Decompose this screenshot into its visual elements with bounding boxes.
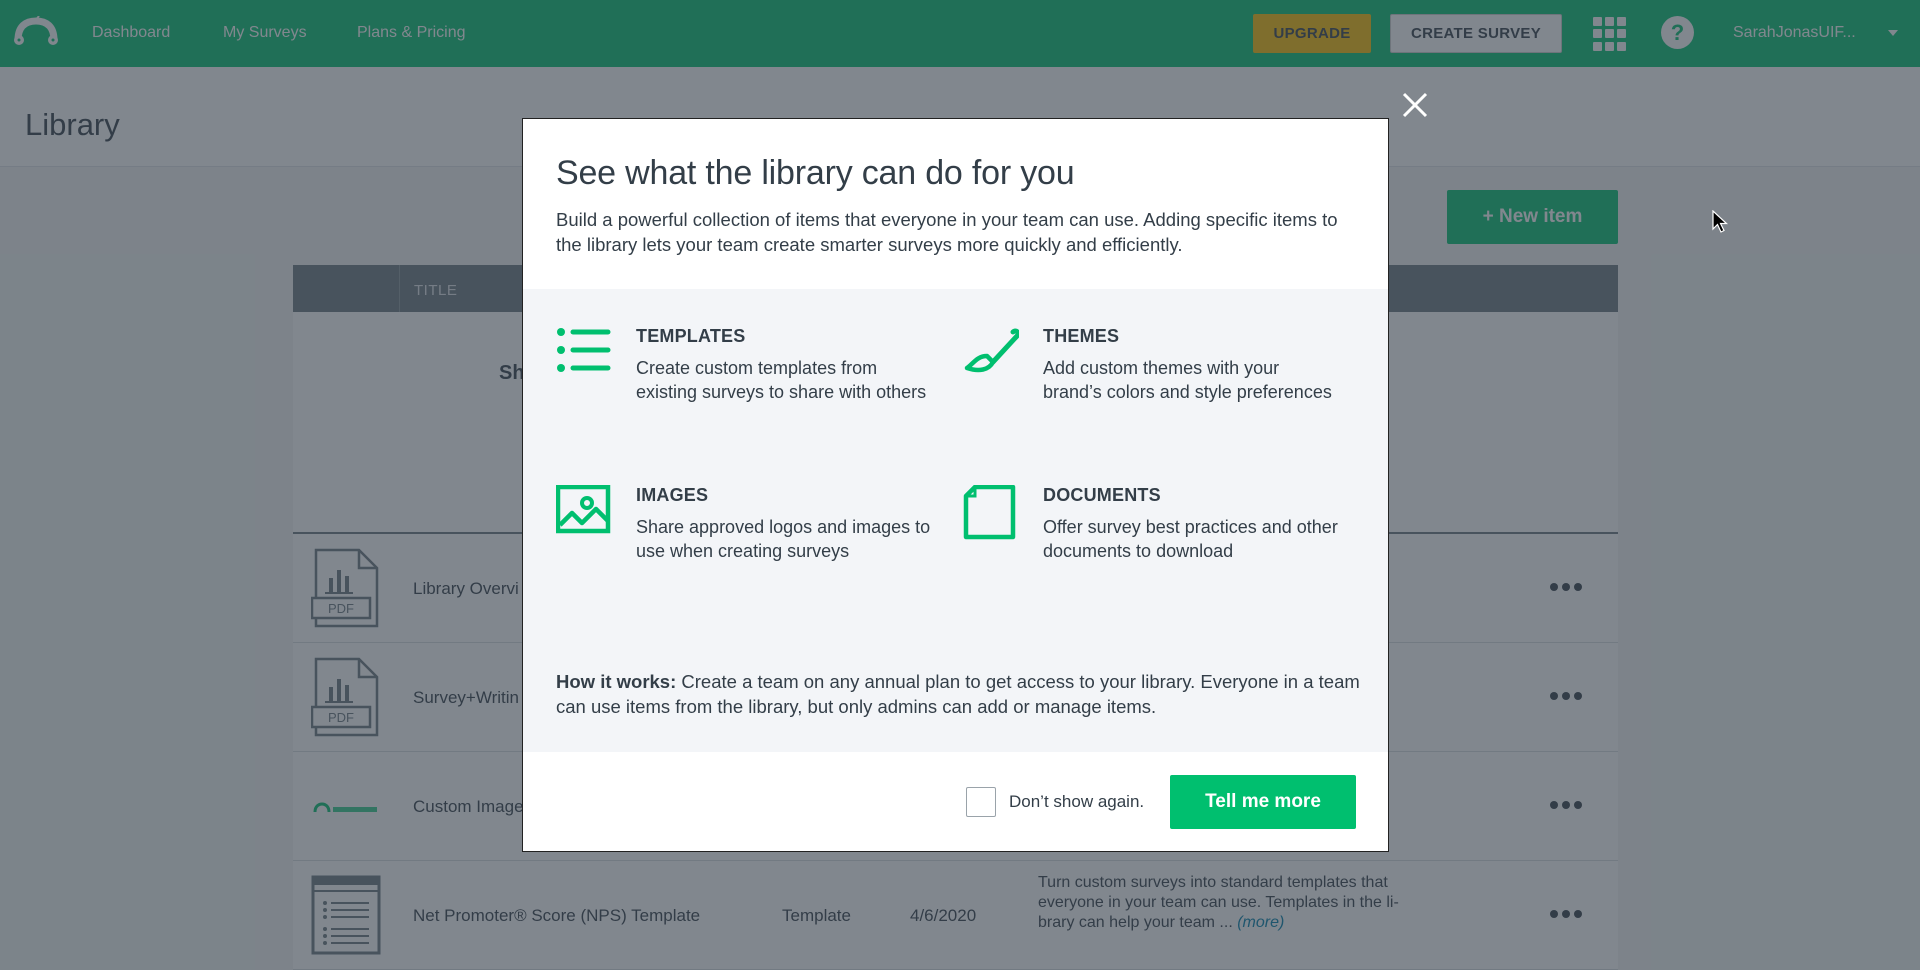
- modal-intro-text: Build a powerful collection of items tha…: [556, 209, 1338, 255]
- feature-title: IMAGES: [636, 485, 709, 505]
- paintbrush-icon: [964, 328, 1019, 373]
- how-it-works-body: Create a team on any annual plan to get …: [556, 671, 1360, 717]
- library-intro-modal: See what the library can do for you Buil…: [522, 118, 1389, 852]
- list-icon: [557, 328, 611, 372]
- feature-title: THEMES: [1043, 326, 1120, 346]
- feature-title: TEMPLATES: [636, 326, 746, 346]
- how-it-works-text: How it works: Create a team on any annua…: [556, 669, 1366, 719]
- feature-description: Offer survey best practices and other do…: [1043, 517, 1338, 561]
- how-it-works-label: How it works:: [556, 671, 677, 692]
- modal-title: See what the library can do for you: [556, 154, 1075, 192]
- feature-description: Add custom themes with your brand’s colo…: [1043, 358, 1332, 402]
- close-icon[interactable]: [1399, 89, 1431, 121]
- feature-title: DOCUMENTS: [1043, 485, 1161, 505]
- dont-show-again-label[interactable]: Don’t show again.: [1009, 792, 1144, 812]
- image-icon: [556, 485, 611, 534]
- tell-me-more-button[interactable]: Tell me more: [1170, 775, 1356, 829]
- dont-show-again-checkbox[interactable]: [966, 787, 996, 817]
- feature-description: Create custom templates from existing su…: [636, 358, 927, 402]
- feature-description: Share approved logos and images to use w…: [636, 517, 931, 561]
- mouse-cursor-icon: [1712, 210, 1728, 233]
- document-icon: [963, 485, 1016, 540]
- features-panel: TEMPLATES Create custom templates from e…: [523, 289, 1388, 752]
